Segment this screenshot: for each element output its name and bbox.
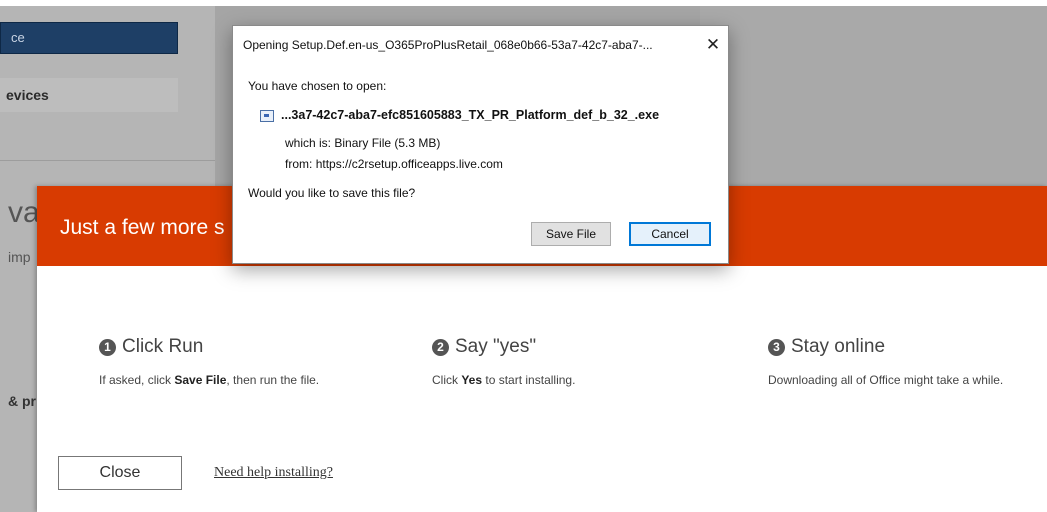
step-heading: 2 Say "yes" <box>432 336 732 358</box>
step-say-yes: 2 Say "yes" Click Yes to start installin… <box>432 336 732 389</box>
file-type-row: which is: Binary File (5.3 MB) <box>285 136 440 150</box>
file-icon <box>260 110 274 122</box>
save-question: Would you like to save this file? <box>248 186 416 200</box>
background-text-fragment: imp <box>8 249 31 265</box>
step-title: Say "yes" <box>455 336 537 357</box>
close-icon[interactable]: ✕ <box>704 34 722 56</box>
step-title: Stay online <box>791 336 886 357</box>
step-heading: 3 Stay online <box>768 336 1028 358</box>
file-name: ...3a7-42c7-aba7-efc851605883_TX_PR_Plat… <box>281 108 660 122</box>
background-divider <box>0 160 215 161</box>
step-description: Click Yes to start installing. <box>432 373 576 387</box>
from-label: from: <box>285 157 313 171</box>
background-heading-fragment: va <box>8 196 40 229</box>
background-right-panel <box>700 0 1047 185</box>
help-installing-link[interactable]: Need help installing? <box>214 465 333 481</box>
file-type-value: Binary File (5.3 MB) <box>334 136 441 150</box>
top-edge <box>0 0 1047 6</box>
save-file-button[interactable]: Save File <box>531 222 611 246</box>
step-title: Click Run <box>122 336 204 357</box>
file-source-value: https://c2rsetup.officeapps.live.com <box>315 157 503 171</box>
step-stay-online: 3 Stay online Downloading all of Office … <box>768 336 1028 389</box>
step-number-icon: 1 <box>99 338 116 356</box>
step-click-run: 1 Click Run If asked, click Save File, t… <box>99 336 399 389</box>
step-number-icon: 2 <box>432 338 449 356</box>
file-source-row: from: https://c2rsetup.officeapps.live.c… <box>285 157 503 171</box>
which-is-label: which is: <box>285 136 332 150</box>
close-button[interactable]: Close <box>58 456 182 490</box>
step-description: Downloading all of Office might take a w… <box>768 373 1004 387</box>
background-label-fragment: & pr <box>8 393 36 409</box>
dialog-title: Opening Setup.Def.en-us_O365ProPlusRetai… <box>243 38 653 52</box>
step-description: If asked, click Save File, then run the … <box>99 373 320 387</box>
download-dialog: Opening Setup.Def.en-us_O365ProPlusRetai… <box>232 25 729 264</box>
cancel-button[interactable]: Cancel <box>629 222 711 246</box>
background-search-box: ce <box>0 22 178 54</box>
step-number-icon: 3 <box>768 338 785 356</box>
dialog-titlebar: Opening Setup.Def.en-us_O365ProPlusRetai… <box>233 26 728 64</box>
step-heading: 1 Click Run <box>99 336 399 358</box>
background-devices-item: evices <box>0 78 178 112</box>
install-title: Just a few more s <box>60 216 225 239</box>
chosen-label: You have chosen to open: <box>248 79 387 93</box>
